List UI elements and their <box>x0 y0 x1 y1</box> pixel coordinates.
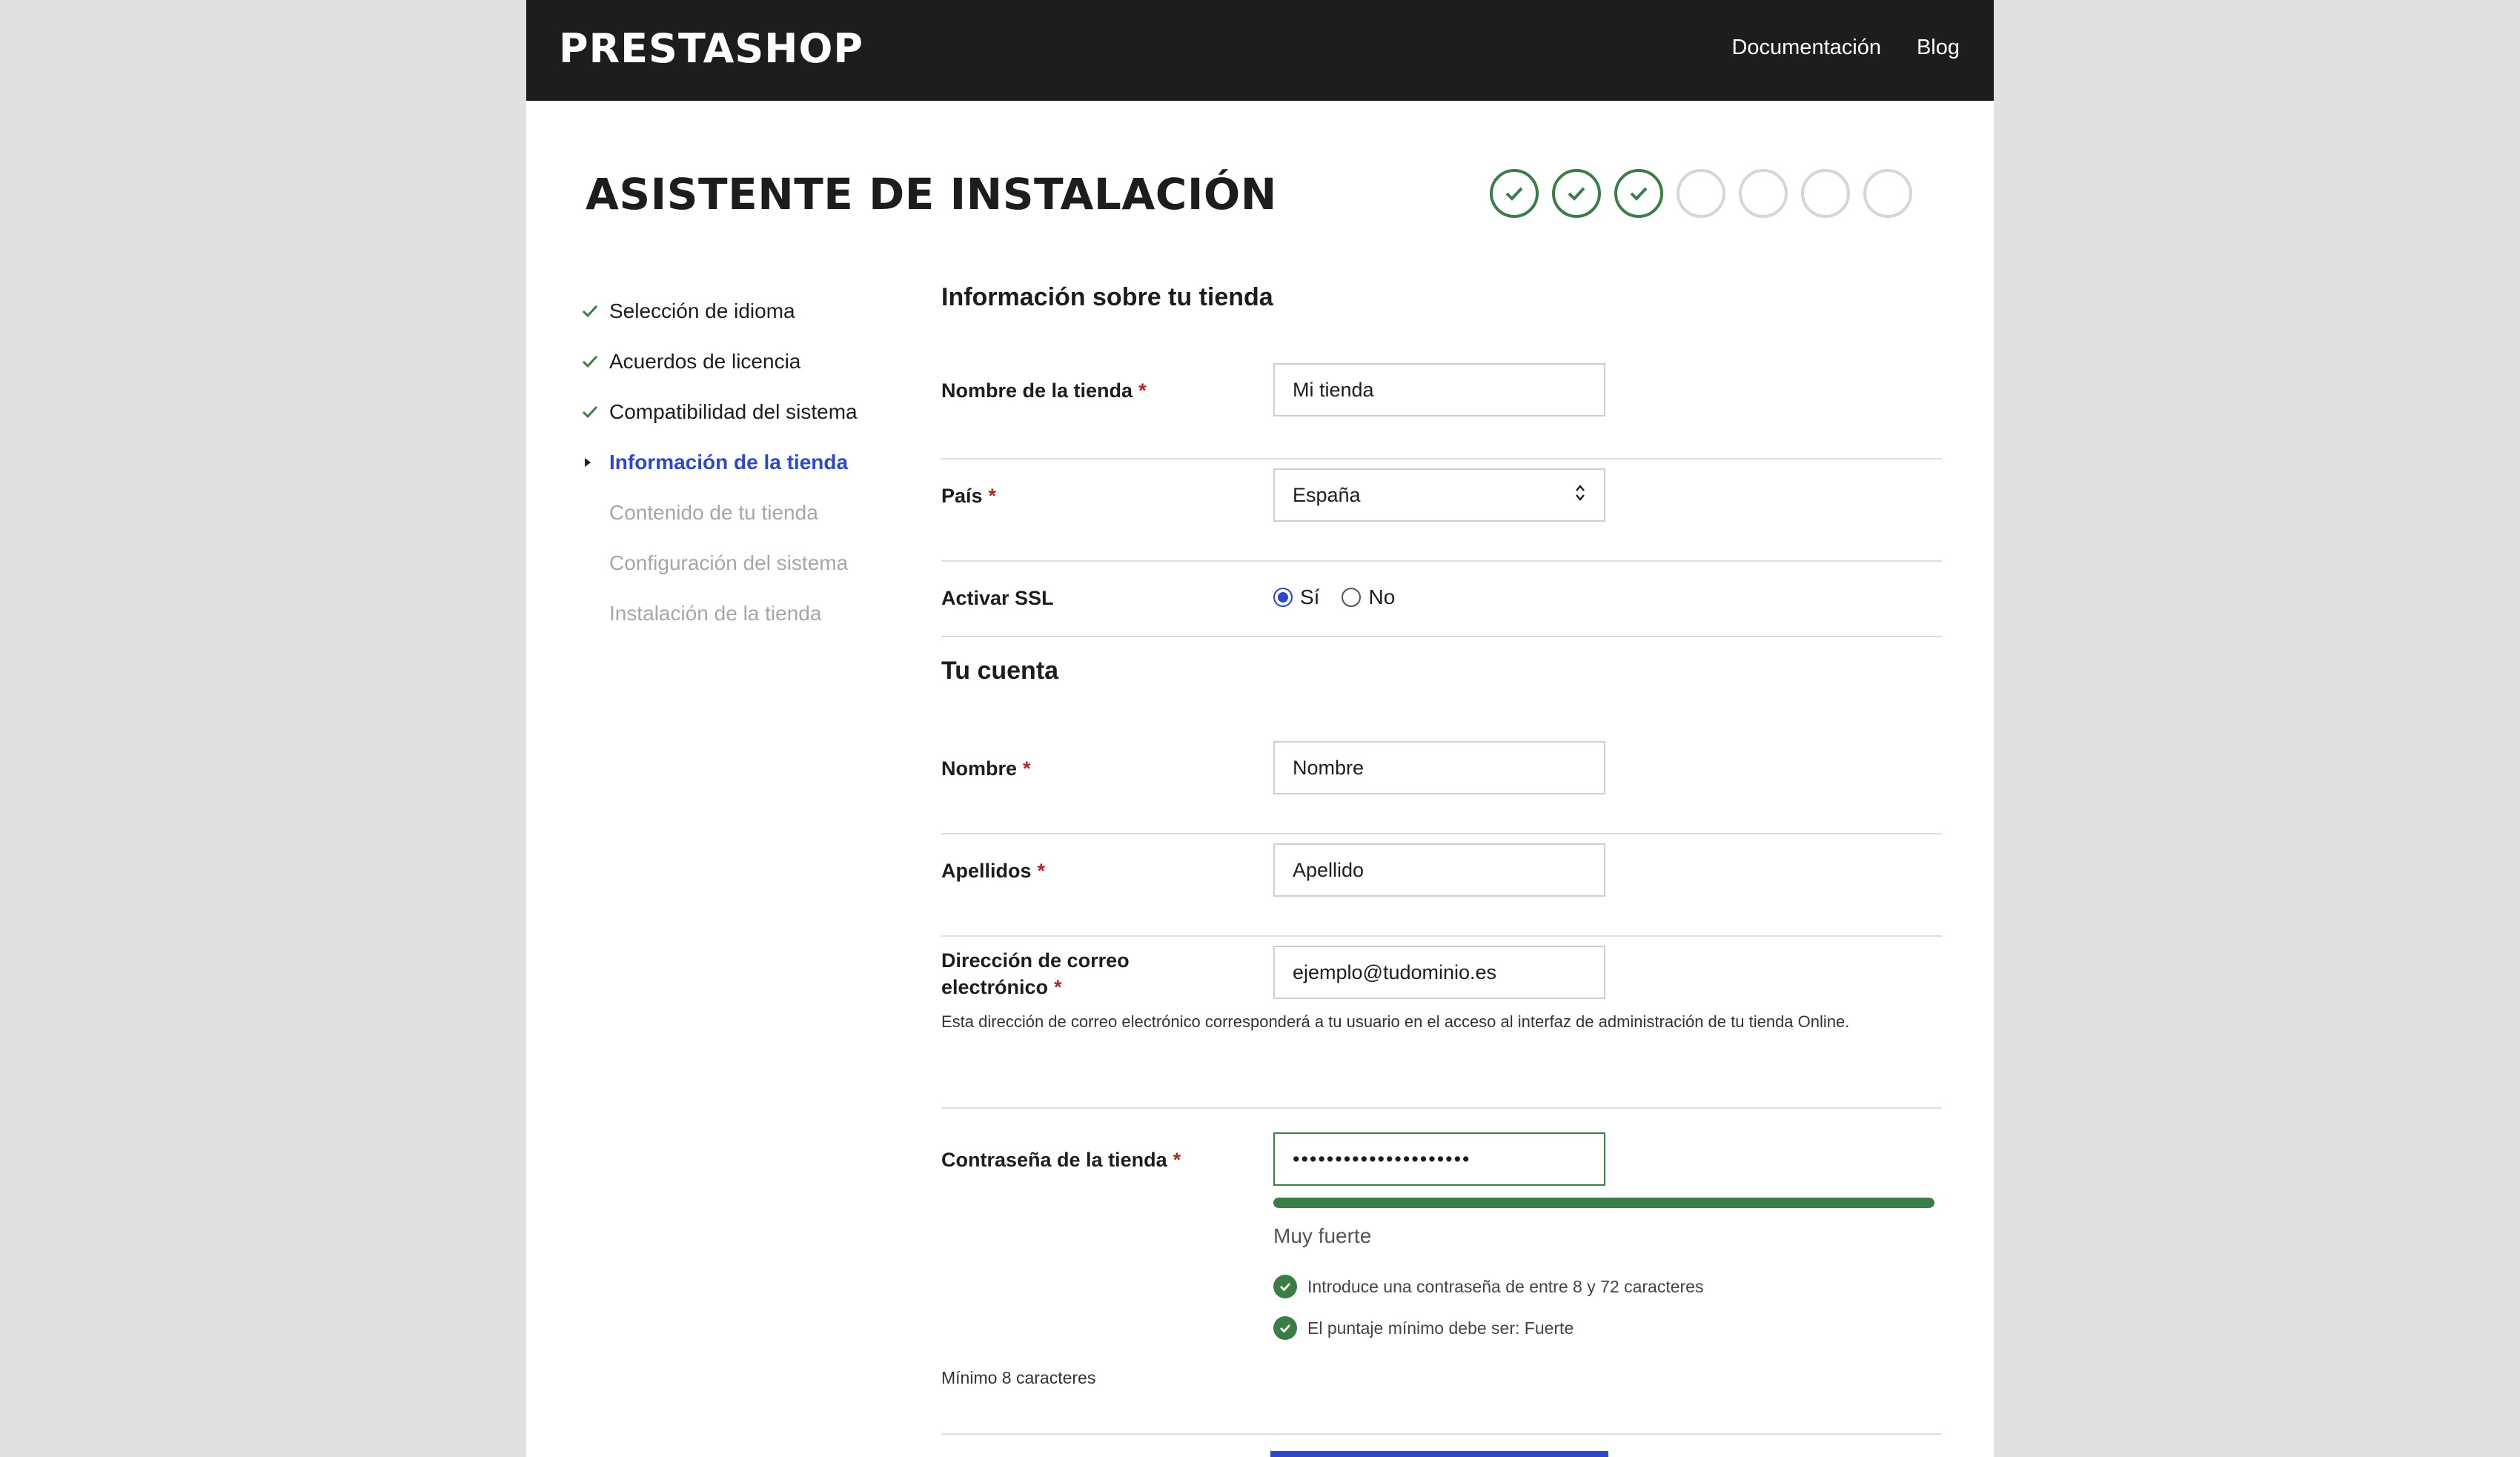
sidebar-step-label: Compatibilidad del sistema <box>609 400 858 423</box>
progress-step-pending <box>1863 169 1912 218</box>
radio-checked-icon[interactable] <box>1273 588 1293 607</box>
email-label: Dirección de correo electrónico * <box>941 949 1130 998</box>
ssl-radio-yes[interactable]: Sí <box>1273 585 1319 609</box>
select-arrows-icon <box>1574 482 1586 508</box>
check-circle-icon <box>1273 1275 1297 1298</box>
progress-step-pending <box>1677 169 1725 218</box>
password-min-hint: Mínimo 8 caracteres <box>941 1368 1096 1387</box>
prestashop-logo[interactable]: PRESTASHOP <box>559 25 863 72</box>
row-email: Dirección de correo electrónico * ejemplo… <box>941 946 1942 1109</box>
progress-step-done <box>1552 169 1601 218</box>
country-label: País * <box>941 485 997 507</box>
top-nav: Documentación Blog <box>1731 36 1960 60</box>
required-mark: * <box>1054 976 1062 998</box>
row-first-name: Nombre * Nombre <box>941 741 1942 834</box>
country-selected-value: España <box>1293 483 1361 506</box>
wizard-steps-sidebar: Selección de idioma Acuerdos de licencia C… <box>581 286 858 639</box>
sidebar-step-6: Instalación de la tienda <box>581 588 858 639</box>
sidebar-step-3[interactable]: Información de la tienda <box>581 437 858 488</box>
check-icon <box>1630 187 1648 201</box>
password-strength-fill <box>1273 1198 1934 1208</box>
next-button[interactable] <box>1270 1451 1608 1457</box>
top-bar: PRESTASHOP Documentación Blog <box>526 0 1994 101</box>
nav-link-blog[interactable]: Blog <box>1917 36 1960 60</box>
radio-unchecked-icon[interactable] <box>1342 588 1362 607</box>
nav-link-documentation[interactable]: Documentación <box>1731 36 1881 60</box>
ssl-label: Activar SSL <box>941 587 1054 609</box>
sidebar-step-2[interactable]: Compatibilidad del sistema <box>581 387 858 437</box>
row-password: Contraseña de la tienda * •••••••••••••••… <box>941 1132 1942 1435</box>
sidebar-step-4: Contenido de tu tienda <box>581 488 858 538</box>
sidebar-step-1[interactable]: Acuerdos de licencia <box>581 336 858 387</box>
password-strength-bar <box>1273 1198 1934 1208</box>
section-title-store: Información sobre tu tienda <box>941 283 1273 311</box>
first-name-input[interactable]: Nombre <box>1273 741 1605 794</box>
password-input[interactable]: ••••••••••••••••••••• <box>1273 1132 1605 1186</box>
store-name-input[interactable]: Mi tienda <box>1273 363 1605 416</box>
sidebar-step-label: Contenido de tu tienda <box>609 501 818 524</box>
email-input[interactable]: ejemplo@tudominio.es <box>1273 946 1605 999</box>
ssl-radio-group: Sí No <box>1273 585 1395 609</box>
check-circle-icon <box>1273 1316 1297 1340</box>
progress-step-done <box>1490 169 1539 218</box>
row-last-name: Apellidos * Apellido <box>941 843 1942 937</box>
caret-right-icon <box>581 456 609 469</box>
row-store-name: Nombre de la tienda * Mi tienda <box>941 363 1942 459</box>
check-icon <box>581 353 609 371</box>
progress-step-pending <box>1801 169 1850 218</box>
required-mark: * <box>1138 379 1147 402</box>
required-mark: * <box>988 485 997 507</box>
check-icon <box>581 302 609 320</box>
sidebar-step-label: Información de la tienda <box>609 451 849 474</box>
ssl-radio-no[interactable]: No <box>1342 585 1395 609</box>
last-name-label: Apellidos * <box>941 860 1046 882</box>
page: PRESTASHOP Documentación Blog ASISTENTE … <box>526 0 1994 1457</box>
sidebar-step-label: Selección de idioma <box>609 299 795 322</box>
last-name-input[interactable]: Apellido <box>1273 843 1605 897</box>
page-title: ASISTENTE DE INSTALACIÓN <box>586 169 1277 219</box>
check-icon <box>581 403 609 421</box>
sidebar-step-label: Acuerdos de licencia <box>609 350 801 373</box>
password-rule-score: El puntaje mínimo debe ser: Fuerte <box>1273 1316 1574 1340</box>
progress-step-done <box>1614 169 1663 218</box>
sidebar-step-5: Configuración del sistema <box>581 538 858 588</box>
store-name-label: Nombre de la tienda * <box>941 379 1147 402</box>
password-label: Contraseña de la tienda * <box>941 1149 1181 1171</box>
row-ssl: Activar SSL Sí No <box>941 562 1942 637</box>
sidebar-step-0[interactable]: Selección de idioma <box>581 286 858 336</box>
wizard-progress <box>1490 169 1912 218</box>
progress-step-pending <box>1739 169 1788 218</box>
country-select[interactable]: España <box>1273 468 1605 522</box>
check-icon <box>1505 187 1523 201</box>
check-icon <box>1568 187 1585 201</box>
email-help-text: Esta dirección de correo electrónico cor… <box>941 1012 1850 1031</box>
first-name-label: Nombre * <box>941 757 1031 780</box>
required-mark: * <box>1173 1149 1181 1171</box>
sidebar-step-label: Instalación de la tienda <box>609 602 822 625</box>
sidebar-step-label: Configuración del sistema <box>609 551 849 574</box>
password-rule-length: Introduce una contraseña de entre 8 y 72… <box>1273 1275 1703 1298</box>
row-country: País * España <box>941 468 1942 562</box>
section-title-account: Tu cuenta <box>941 657 1059 685</box>
password-strength-label: Muy fuerte <box>1273 1224 1372 1247</box>
required-mark: * <box>1037 860 1046 882</box>
required-mark: * <box>1023 757 1031 780</box>
